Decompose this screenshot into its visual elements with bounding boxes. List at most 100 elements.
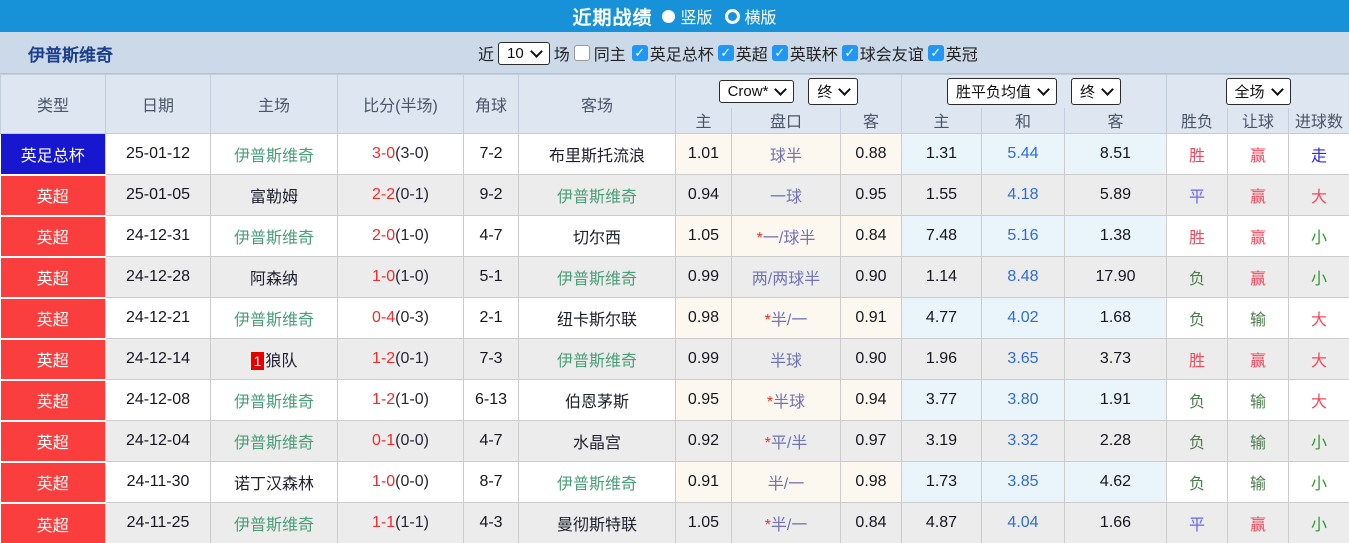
score-cell: 1-2(0-1) bbox=[337, 338, 464, 380]
away-team-cell: 伊普斯维奇 bbox=[518, 338, 676, 380]
score-cell: 1-1(1-1) bbox=[337, 502, 464, 543]
handicap-cell: 球半 bbox=[731, 133, 841, 175]
radio-icon bbox=[662, 9, 676, 23]
table-row: 英超 24-12-08 伊普斯维奇 1-2(1-0) 6-13 伯恩茅斯 0.95 *半球 0.… bbox=[0, 378, 1349, 421]
same-home-checkbox[interactable] bbox=[573, 45, 590, 61]
away-team-cell: 伯恩茅斯 bbox=[518, 379, 676, 421]
chevron-down-icon bbox=[529, 45, 543, 58]
avg-home-cell: 1.14 bbox=[901, 256, 982, 298]
odds-away-cell: 0.97 bbox=[840, 420, 902, 462]
date-cell: 25-01-05 bbox=[105, 174, 211, 216]
score-cell: 2-2(0-1) bbox=[337, 174, 464, 216]
home-team-cell: 阿森纳 bbox=[210, 256, 338, 298]
avg-draw-cell: 5.44 bbox=[981, 133, 1065, 175]
odds-home-cell: 0.91 bbox=[675, 461, 732, 503]
handicap-result-cell: 输 bbox=[1227, 461, 1289, 503]
competition-checkbox[interactable]: ✓ bbox=[927, 45, 944, 61]
score-cell: 3-0(3-0) bbox=[337, 133, 464, 175]
recent-results-panel: 近期战绩 竖版 横版 伊普斯维奇 近 10 场 同主 ✓ 英足总杯 ✓ 英超 ✓ 英联杯 ✓ 球… bbox=[0, 0, 1349, 543]
home-team-cell: 诺丁汉森林 bbox=[210, 461, 338, 503]
rank-badge: 1 bbox=[250, 352, 265, 370]
odds-source-select[interactable]: Crow* bbox=[718, 79, 795, 103]
table-row: 英超 24-12-31 伊普斯维奇 2-0(1-0) 4-7 切尔西 1.05 *一/球半 0.… bbox=[0, 214, 1349, 257]
away-team-cell: 曼彻斯特联 bbox=[518, 502, 676, 543]
match-count-select[interactable]: 10 bbox=[498, 41, 550, 65]
competition-checkbox[interactable]: ✓ bbox=[631, 45, 648, 61]
score-cell: 2-0(1-0) bbox=[337, 215, 464, 257]
odds-away-cell: 0.84 bbox=[840, 215, 902, 257]
competition-label: 球会友谊 bbox=[859, 47, 924, 64]
home-team-cell: 伊普斯维奇 bbox=[210, 215, 338, 257]
sub-col-handicap: 盘口 bbox=[731, 107, 841, 134]
corner-cell: 4-7 bbox=[463, 420, 519, 462]
sub-col-odds-away: 客 bbox=[840, 107, 902, 134]
odds-group-header: Crow* 终 bbox=[675, 74, 902, 108]
avg-home-cell: 1.31 bbox=[901, 133, 982, 175]
corner-cell: 5-1 bbox=[463, 256, 519, 298]
avg-away-cell: 5.89 bbox=[1064, 174, 1167, 216]
sub-col-goals: 进球数 bbox=[1287, 107, 1349, 134]
radio-icon bbox=[724, 8, 740, 24]
sub-col-avg-home: 主 bbox=[901, 107, 982, 134]
winlose-cell: 胜 bbox=[1166, 215, 1228, 257]
competition-label: 英足总杯 bbox=[649, 47, 714, 64]
sub-col-avg-away: 客 bbox=[1064, 107, 1167, 134]
date-cell: 24-11-25 bbox=[105, 502, 211, 543]
goals-result-cell: 大 bbox=[1287, 297, 1349, 339]
avg-draw-cell: 3.65 bbox=[981, 338, 1065, 380]
avg-home-cell: 3.77 bbox=[901, 379, 982, 421]
avg-away-cell: 1.38 bbox=[1064, 215, 1167, 257]
avg-draw-cell: 3.80 bbox=[981, 379, 1065, 421]
winlose-cell: 负 bbox=[1166, 297, 1228, 339]
corner-cell: 6-13 bbox=[463, 379, 519, 421]
avg-home-cell: 4.87 bbox=[901, 502, 982, 543]
away-team-cell: 伊普斯维奇 bbox=[518, 461, 676, 503]
handicap-result-cell: 赢 bbox=[1227, 133, 1289, 175]
result-group-header: 全场 bbox=[1165, 74, 1349, 108]
chevron-down-icon bbox=[838, 83, 852, 97]
filter-controls: 近 10 场 同主 ✓ 英足总杯 ✓ 英超 ✓ 英联杯 ✓ 球会友谊 ✓ 英冠 bbox=[478, 32, 980, 74]
corner-cell: 4-3 bbox=[463, 502, 519, 543]
layout-radio-option[interactable]: 横版 bbox=[724, 4, 777, 28]
avg-draw-cell: 5.16 bbox=[981, 215, 1065, 257]
title-bar: 近期战绩 竖版 横版 bbox=[0, 0, 1349, 32]
avg-source-select[interactable]: 胜平负均值 bbox=[946, 77, 1057, 105]
away-team-cell: 水晶宫 bbox=[518, 420, 676, 462]
result-scope-select[interactable]: 全场 bbox=[1225, 77, 1291, 105]
score-cell: 0-4(0-3) bbox=[337, 297, 464, 339]
date-cell: 24-12-21 bbox=[105, 297, 211, 339]
avg-group-header: 胜平负均值 终 bbox=[901, 74, 1167, 108]
avg-draw-cell: 8.48 bbox=[981, 256, 1065, 298]
away-team-cell: 切尔西 bbox=[518, 215, 676, 257]
winlose-cell: 负 bbox=[1166, 461, 1228, 503]
odds-away-cell: 0.90 bbox=[840, 338, 902, 380]
league-cell: 英超 bbox=[0, 337, 106, 380]
table-row: 英超 24-12-28 阿森纳 1-0(1-0) 5-1 伊普斯维奇 0.99 两/两球半 0.… bbox=[0, 255, 1349, 298]
date-cell: 24-12-14 bbox=[105, 338, 211, 380]
avg-time-select[interactable]: 终 bbox=[1071, 77, 1122, 105]
home-team-cell: 伊普斯维奇 bbox=[210, 379, 338, 421]
competition-filters: ✓ 英足总杯 ✓ 英超 ✓ 英联杯 ✓ 球会友谊 ✓ 英冠 bbox=[631, 41, 980, 65]
handicap-cell: 一球 bbox=[731, 174, 841, 216]
odds-home-cell: 0.99 bbox=[675, 256, 732, 298]
col-score: 比分(半场) bbox=[337, 74, 464, 134]
competition-checkbox[interactable]: ✓ bbox=[717, 45, 734, 61]
corner-cell: 8-7 bbox=[463, 461, 519, 503]
col-date: 日期 bbox=[105, 74, 211, 134]
date-cell: 24-12-31 bbox=[105, 215, 211, 257]
odds-time-select[interactable]: 终 bbox=[808, 77, 859, 105]
home-team-cell: 富勒姆 bbox=[210, 174, 338, 216]
avg-home-cell: 1.55 bbox=[901, 174, 982, 216]
layout-radio-selected[interactable]: 竖版 bbox=[662, 4, 713, 28]
odds-home-cell: 1.05 bbox=[675, 215, 732, 257]
odds-home-cell: 0.92 bbox=[675, 420, 732, 462]
competition-checkbox[interactable]: ✓ bbox=[771, 45, 788, 61]
odds-away-cell: 0.98 bbox=[840, 461, 902, 503]
odds-home-cell: 0.98 bbox=[675, 297, 732, 339]
chevron-down-icon bbox=[1270, 83, 1284, 97]
score-cell: 1-0(1-0) bbox=[337, 256, 464, 298]
handicap-result-cell: 赢 bbox=[1227, 174, 1289, 216]
odds-home-cell: 1.05 bbox=[675, 502, 732, 543]
competition-checkbox[interactable]: ✓ bbox=[841, 45, 858, 61]
odds-away-cell: 0.90 bbox=[840, 256, 902, 298]
